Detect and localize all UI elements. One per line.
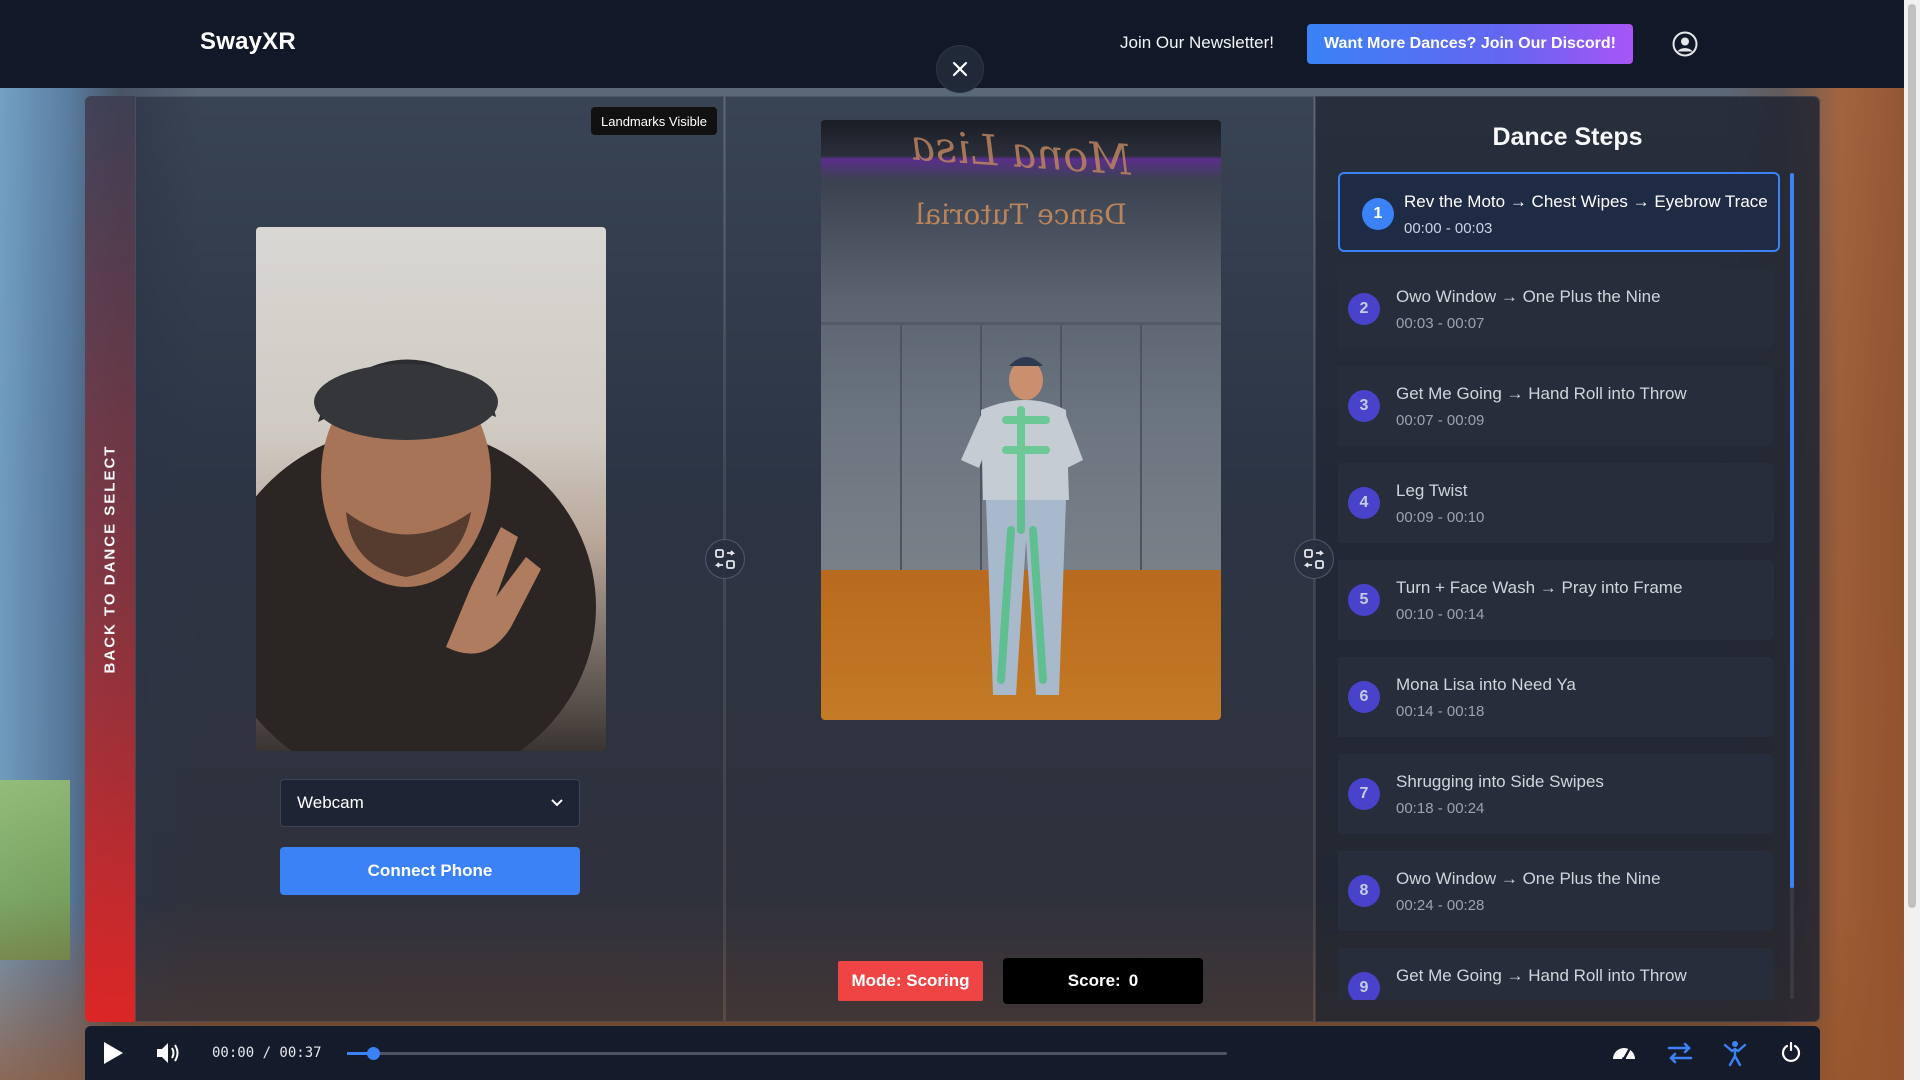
step-label: Rev the Moto → Chest Wipes → Eyebrow Tra… [1404, 192, 1768, 211]
score-label: Score: [1067, 971, 1121, 990]
step-item-2[interactable]: 2 Owo Window → One Plus the Nine 00:03 -… [1338, 269, 1774, 349]
dancer-icon [1723, 1041, 1747, 1067]
step-label: Owo Window → One Plus the Nine [1396, 869, 1661, 888]
player-controls: 00:00 / 00:37 [85, 1026, 1820, 1080]
play-button[interactable] [101, 1040, 125, 1071]
mode-badge[interactable]: Mode: Scoring [838, 961, 983, 1001]
step-number: 7 [1348, 778, 1380, 810]
step-item-9[interactable]: 9 Get Me Going → Hand Roll into Throw [1338, 948, 1774, 1000]
step-label: Get Me Going → Hand Roll into Throw [1396, 384, 1687, 403]
back-to-dance-select-label: BACK TO DANCE SELECT [101, 444, 119, 674]
step-number: 2 [1348, 293, 1380, 325]
back-to-dance-select-button[interactable]: BACK TO DANCE SELECT [85, 96, 135, 1022]
score-display: Score: 0 [1003, 958, 1203, 1004]
step-label: Get Me Going → Hand Roll into Throw [1396, 966, 1687, 985]
progress-knob[interactable] [367, 1047, 381, 1060]
time-readout: 00:00 / 00:37 [212, 1045, 322, 1061]
step-time: 00:03 - 00:07 [1396, 315, 1485, 332]
video-source-select[interactable]: Webcam [280, 779, 580, 827]
step-label: Mona Lisa into Need Ya [1396, 675, 1576, 694]
step-item-6[interactable]: 6 Mona Lisa into Need Ya 00:14 - 00:18 [1338, 657, 1774, 737]
step-label: Owo Window → One Plus the Nine [1396, 287, 1661, 306]
step-time: 00:10 - 00:14 [1396, 606, 1485, 623]
reset-icon [1781, 1041, 1801, 1063]
volume-button[interactable] [155, 1040, 183, 1071]
step-number: 6 [1348, 681, 1380, 713]
step-number: 9 [1348, 972, 1380, 1000]
step-item-5[interactable]: 5 Turn + Face Wash → Pray into Frame 00:… [1338, 560, 1774, 640]
tutorial-panel: Mona Lisa Dance Tutorial Mode: Scoring S… [725, 96, 1314, 1022]
speedometer-icon [1613, 1048, 1635, 1061]
swap-icon [1303, 549, 1325, 569]
step-number: 5 [1348, 584, 1380, 616]
page-scrollbar[interactable] [1904, 0, 1920, 1080]
loop-icon [1667, 1042, 1693, 1064]
step-label: Leg Twist [1396, 481, 1468, 500]
step-time: 00:07 - 00:09 [1396, 412, 1485, 429]
volume-icon [157, 1043, 179, 1063]
step-number: 4 [1348, 487, 1380, 519]
step-item-4[interactable]: 4 Leg Twist 00:09 - 00:10 [1338, 463, 1774, 543]
brand-logo[interactable]: SwayXR [200, 28, 296, 56]
reset-button[interactable] [1779, 1041, 1803, 1070]
step-time: 00:09 - 00:10 [1396, 509, 1485, 526]
step-number: 1 [1362, 198, 1394, 230]
landmarks-badge[interactable]: Landmarks Visible [591, 107, 717, 135]
dance-steps-title: Dance Steps [1492, 123, 1643, 151]
webcam-panel: Landmarks Visible Webcam Connect Phone [135, 96, 724, 1022]
step-time: 00:24 - 00:28 [1396, 897, 1485, 914]
score-value: 0 [1128, 971, 1139, 990]
newsletter-link[interactable]: Join Our Newsletter! [1120, 33, 1274, 53]
connect-phone-button[interactable]: Connect Phone [280, 847, 580, 895]
step-number: 8 [1348, 875, 1380, 907]
play-icon [104, 1042, 123, 1064]
swap-icon [714, 549, 736, 569]
steps-scrollbar[interactable] [1790, 173, 1794, 999]
speed-button[interactable] [1611, 1041, 1637, 1070]
discord-button[interactable]: Want More Dances? Join Our Discord! [1307, 24, 1633, 64]
step-time: 00:00 - 00:03 [1404, 220, 1493, 237]
step-label: Turn + Face Wash → Pray into Frame [1396, 578, 1683, 597]
step-number: 3 [1348, 390, 1380, 422]
step-time: 00:18 - 00:24 [1396, 800, 1485, 817]
step-item-3[interactable]: 3 Get Me Going → Hand Roll into Throw 00… [1338, 366, 1774, 446]
step-label: Shrugging into Side Swipes [1396, 772, 1604, 791]
dance-steps-list[interactable]: 1 Rev the Moto → Chest Wipes → Eyebrow T… [1338, 172, 1788, 1000]
close-button[interactable] [936, 45, 984, 93]
swap-panels-button-right[interactable] [1294, 539, 1334, 579]
dancer-button[interactable] [1722, 1039, 1748, 1072]
dance-steps-panel: Dance Steps 1 Rev the Moto → Chest Wipes… [1315, 96, 1820, 1022]
close-icon [952, 61, 968, 77]
step-time: 00:14 - 00:18 [1396, 703, 1485, 720]
loop-button[interactable] [1666, 1041, 1694, 1070]
step-item-1[interactable]: 1 Rev the Moto → Chest Wipes → Eyebrow T… [1338, 172, 1780, 252]
steps-scrollbar-thumb[interactable] [1790, 173, 1794, 888]
user-circle-icon[interactable] [1672, 31, 1698, 57]
webcam-feed [256, 227, 606, 751]
video-source-select-value: Webcam [297, 793, 364, 812]
step-item-8[interactable]: 8 Owo Window → One Plus the Nine 00:24 -… [1338, 851, 1774, 931]
step-item-7[interactable]: 7 Shrugging into Side Swipes 00:18 - 00:… [1338, 754, 1774, 834]
tutorial-video[interactable]: Mona Lisa Dance Tutorial [821, 120, 1221, 720]
page-scrollbar-thumb[interactable] [1908, 4, 1916, 908]
chevron-down-icon [551, 799, 563, 807]
progress-slider[interactable] [347, 1047, 1227, 1060]
swap-panels-button-left[interactable] [705, 539, 745, 579]
